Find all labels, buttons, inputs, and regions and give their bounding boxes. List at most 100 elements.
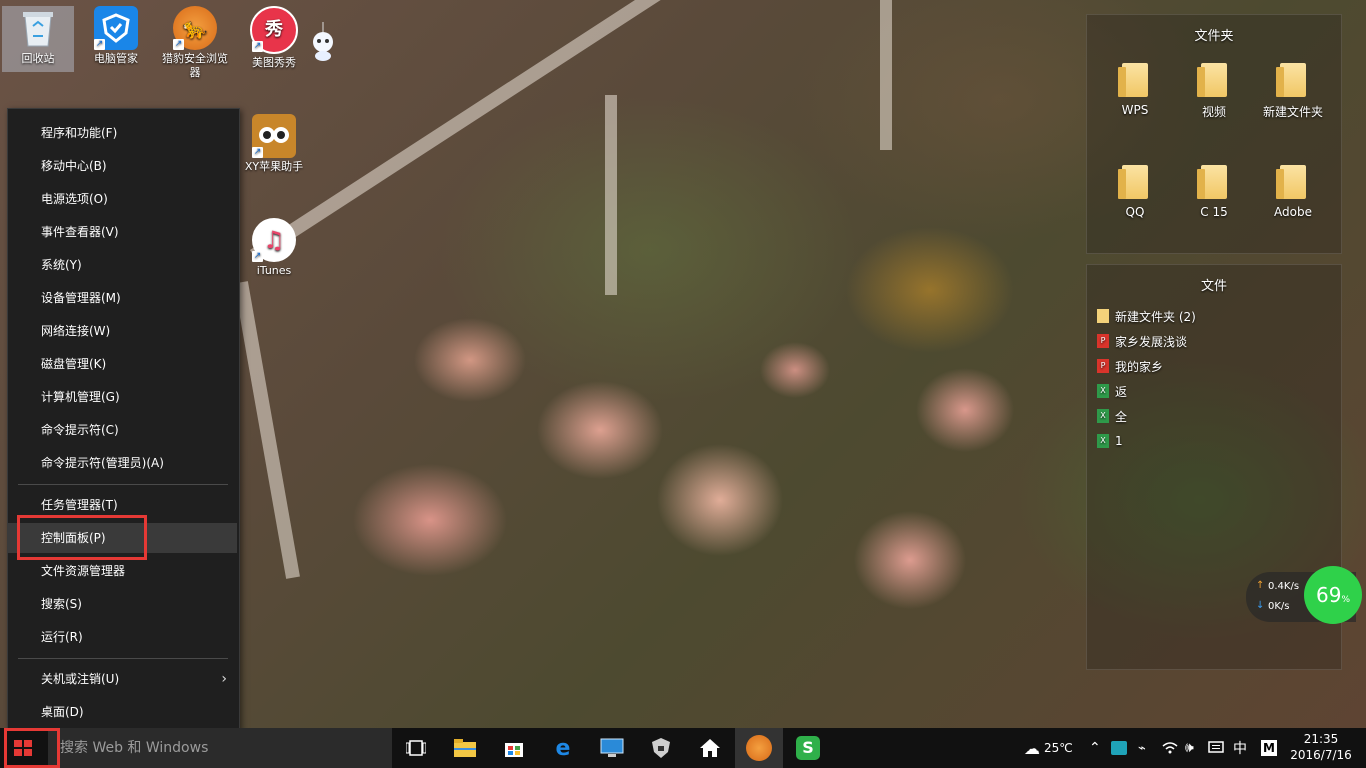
menu-separator bbox=[18, 484, 228, 485]
file-item[interactable]: 新建文件夹 (2) bbox=[1097, 306, 1196, 326]
monitor-icon bbox=[600, 738, 624, 757]
desktop-icon-itunes[interactable]: ♫ ↗ iTunes bbox=[238, 218, 310, 278]
taskbar: 搜索 Web 和 Windows e S ☁ 25℃ ⌃ ⌁ 🕪 中 M 21:… bbox=[0, 728, 1366, 768]
menu-separator bbox=[18, 658, 228, 659]
show-hidden-icons-button[interactable]: ⌃ bbox=[1089, 728, 1101, 768]
file-label: 我的家乡 bbox=[1115, 359, 1164, 374]
clock-date: 2016/7/16 bbox=[1290, 748, 1352, 762]
wifi-icon[interactable] bbox=[1162, 728, 1178, 768]
menu-item-computer-management[interactable]: 计算机管理(G) bbox=[8, 382, 237, 412]
memory-percent: 69 bbox=[1315, 583, 1342, 607]
desktop-icon-xy-assistant[interactable]: ↗ XY苹果助手 bbox=[238, 114, 310, 174]
fence-folder-item[interactable]: 视频 bbox=[1179, 63, 1249, 120]
shortcut-arrow-icon: ↗ bbox=[173, 39, 184, 50]
liebao-taskbar-button[interactable] bbox=[735, 728, 783, 768]
wallpaper-fence-post bbox=[880, 0, 892, 150]
menu-item-disk-management[interactable]: 磁盘管理(K) bbox=[8, 349, 237, 379]
file-item[interactable]: X 返 bbox=[1097, 381, 1127, 401]
desktop-icon-meitu[interactable]: 秀 ↗ 美图秀秀 bbox=[238, 6, 310, 70]
recycle-bin-icon bbox=[16, 6, 60, 50]
desktop-icon-liebao-browser[interactable]: 🐆 ↗ 猎豹安全浏览器 bbox=[159, 6, 231, 80]
folder-icon bbox=[1197, 165, 1227, 199]
folder-icon bbox=[1118, 63, 1148, 97]
folder-label: WPS bbox=[1121, 103, 1149, 117]
fence-folder-item[interactable]: QQ bbox=[1100, 165, 1170, 219]
store-taskbar-button[interactable] bbox=[490, 728, 538, 768]
weather-tray[interactable]: ☁ 25℃ bbox=[1024, 728, 1073, 768]
folder-icon bbox=[1276, 63, 1306, 97]
input-language-indicator[interactable]: 中 bbox=[1233, 728, 1247, 768]
folder-label: 视频 bbox=[1201, 105, 1226, 119]
file-explorer-taskbar-button[interactable] bbox=[441, 728, 489, 768]
clock[interactable]: 21:35 2016/7/16 bbox=[1286, 731, 1356, 763]
menu-item-power-options[interactable]: 电源选项(O) bbox=[8, 184, 237, 214]
desktop-icon-label: 回收站 bbox=[21, 52, 55, 65]
file-item[interactable]: X 全 bbox=[1097, 406, 1127, 426]
file-label: 新建文件夹 (2) bbox=[1115, 309, 1196, 324]
pdf-icon: P bbox=[1097, 359, 1109, 373]
ime-mode-indicator[interactable]: M bbox=[1261, 728, 1277, 768]
fence-folder-item[interactable]: C 15 bbox=[1179, 165, 1249, 219]
menu-item-device-manager[interactable]: 设备管理器(M) bbox=[8, 283, 237, 313]
folder-label: C 15 bbox=[1200, 205, 1228, 219]
highlight-box-start bbox=[4, 728, 60, 768]
menu-item-file-explorer[interactable]: 文件资源管理器 bbox=[8, 556, 237, 586]
edge-taskbar-button[interactable]: e bbox=[539, 728, 587, 768]
file-item[interactable]: X 1 bbox=[1097, 431, 1123, 451]
desktop-icon-recycle-bin[interactable]: 回收站 bbox=[2, 6, 74, 72]
fence-folders-title: 文件夹 bbox=[1194, 29, 1234, 44]
folder-icon bbox=[1197, 63, 1227, 97]
file-label: 1 bbox=[1115, 434, 1123, 448]
fence-folder-item[interactable]: WPS bbox=[1100, 63, 1170, 117]
wps-sheet-taskbar-button[interactable]: S bbox=[784, 728, 832, 768]
search-box[interactable]: 搜索 Web 和 Windows bbox=[48, 728, 392, 768]
desktop-icon-label: iTunes bbox=[256, 264, 292, 277]
menu-item-shutdown-signout[interactable]: 关机或注销(U) › bbox=[8, 664, 237, 694]
menu-item-system[interactable]: 系统(Y) bbox=[8, 250, 237, 280]
home-taskbar-button[interactable] bbox=[686, 728, 734, 768]
file-label: 家乡发展浅谈 bbox=[1115, 334, 1188, 349]
menu-item-mobility-center[interactable]: 移动中心(B) bbox=[8, 151, 237, 181]
fence-folder-item[interactable]: 新建文件夹 bbox=[1258, 63, 1328, 120]
menu-item-event-viewer[interactable]: 事件查看器(V) bbox=[8, 217, 237, 247]
upload-speed: 0.4K/s bbox=[1268, 581, 1300, 592]
music-note-icon: ♫ ↗ bbox=[252, 218, 296, 262]
upload-arrow-icon: ↑ bbox=[1256, 580, 1265, 591]
menu-item-command-prompt[interactable]: 命令提示符(C) bbox=[8, 415, 237, 445]
power-plug-icon[interactable]: ⌁ bbox=[1138, 728, 1146, 768]
file-item[interactable]: P 我的家乡 bbox=[1097, 356, 1163, 376]
task-view-icon bbox=[406, 740, 426, 756]
menu-item-search[interactable]: 搜索(S) bbox=[8, 589, 237, 619]
file-label: 全 bbox=[1115, 409, 1128, 424]
menu-item-command-prompt-admin[interactable]: 命令提示符(管理员)(A) bbox=[8, 448, 237, 478]
menu-item-desktop[interactable]: 桌面(D) bbox=[8, 697, 237, 727]
excel-icon: X bbox=[1097, 384, 1109, 398]
mascot-widget-icon[interactable] bbox=[310, 22, 336, 62]
menu-item-network-connections[interactable]: 网络连接(W) bbox=[8, 316, 237, 346]
shortcut-arrow-icon: ↗ bbox=[252, 251, 263, 262]
shortcut-arrow-icon: ↗ bbox=[94, 39, 105, 50]
fence-folder-item[interactable]: Adobe bbox=[1258, 165, 1328, 219]
memory-usage-ball[interactable]: 69% bbox=[1304, 566, 1362, 624]
desktop-icon-label: 电脑管家 bbox=[94, 52, 138, 65]
shield-icon: ↗ bbox=[94, 6, 138, 50]
security-taskbar-button[interactable] bbox=[637, 728, 685, 768]
computer-taskbar-button[interactable] bbox=[588, 728, 636, 768]
menu-item-programs-features[interactable]: 程序和功能(F) bbox=[8, 118, 237, 148]
volume-icon[interactable]: 🕪 bbox=[1185, 728, 1194, 768]
edge-browser-icon: e bbox=[555, 735, 571, 761]
action-center-icon[interactable] bbox=[1208, 728, 1224, 768]
download-arrow-icon: ↓ bbox=[1256, 600, 1265, 611]
desktop-icon-pc-manager[interactable]: ↗ 电脑管家 bbox=[80, 6, 152, 66]
download-speed: 0K/s bbox=[1268, 601, 1290, 612]
menu-item-run[interactable]: 运行(R) bbox=[8, 622, 237, 652]
tray-app-icon[interactable] bbox=[1111, 728, 1127, 768]
task-view-button[interactable] bbox=[392, 728, 440, 768]
shortcut-arrow-icon: ↗ bbox=[252, 41, 263, 52]
excel-icon: X bbox=[1097, 434, 1109, 448]
browser-icon bbox=[746, 735, 772, 761]
desktop-icon-label: XY苹果助手 bbox=[244, 160, 304, 173]
percent-sign: % bbox=[1341, 595, 1350, 605]
file-item[interactable]: P 家乡发展浅谈 bbox=[1097, 331, 1187, 351]
folder-icon bbox=[1097, 309, 1109, 323]
